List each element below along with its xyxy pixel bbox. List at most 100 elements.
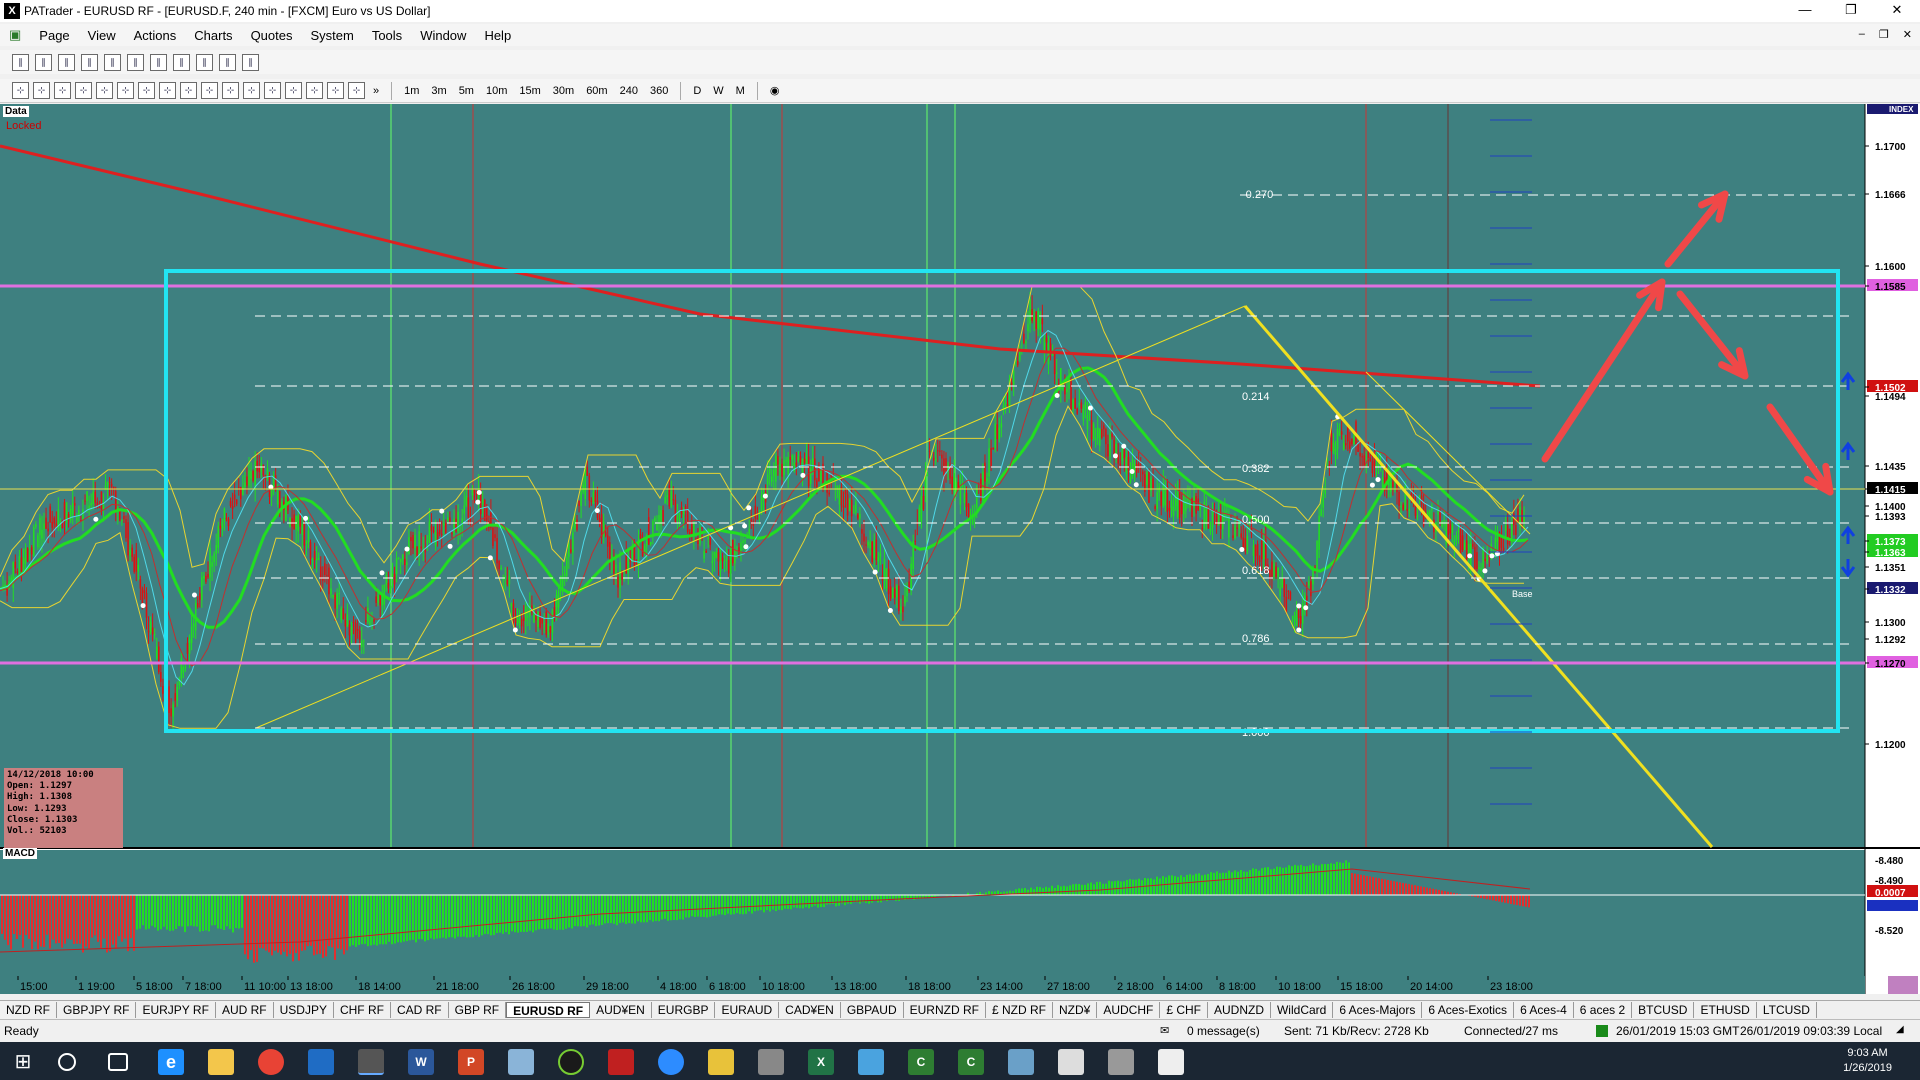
paint-icon[interactable] xyxy=(1058,1049,1084,1075)
bar-chart-icon[interactable]: ∥ xyxy=(12,53,29,71)
table-icon[interactable]: ∥ xyxy=(242,53,259,71)
minimize-button[interactable]: — xyxy=(1782,0,1828,22)
menu-view[interactable]: View xyxy=(79,28,125,43)
menu-page[interactable]: Page xyxy=(30,28,78,43)
tab--chf[interactable]: £ CHF xyxy=(1160,1001,1208,1018)
tab-6-aces-2[interactable]: 6 aces 2 xyxy=(1574,1001,1633,1018)
mdi-restore-icon[interactable]: ❐ xyxy=(1879,28,1889,41)
tab-6-aces-exotics[interactable]: 6 Aces-Exotics xyxy=(1422,1001,1515,1018)
close-button[interactable]: ✕ xyxy=(1874,0,1920,22)
text-tool-icon[interactable]: ⊹ xyxy=(306,82,323,99)
fibonacci-icon[interactable]: ⊹ xyxy=(201,82,218,99)
pointer-icon[interactable]: ⊹ xyxy=(96,82,113,99)
scroll-left-icon[interactable]: ⊹ xyxy=(12,82,29,99)
tab-wildcard[interactable]: WildCard xyxy=(1271,1001,1334,1018)
zone-icon[interactable]: ⊹ xyxy=(348,82,365,99)
screenshot-icon[interactable] xyxy=(1008,1049,1034,1075)
scroll-right-icon[interactable]: ⊹ xyxy=(33,82,50,99)
kagi-icon[interactable]: ∥ xyxy=(150,53,167,71)
tab-cad-rf[interactable]: CAD RF xyxy=(391,1001,449,1018)
sticky-notes-icon[interactable] xyxy=(708,1049,734,1075)
mdi-minimize-icon[interactable]: – xyxy=(1859,28,1865,41)
tab-6-aces-majors[interactable]: 6 Aces-Majors xyxy=(1333,1001,1423,1018)
gann-icon[interactable]: ⊹ xyxy=(264,82,281,99)
andrews-icon[interactable]: ⊹ xyxy=(285,82,302,99)
tab-btcusd[interactable]: BTCUSD xyxy=(1632,1001,1695,1018)
windows-start-icon[interactable]: ⊞ xyxy=(10,1049,36,1075)
timeframe-W[interactable]: W xyxy=(709,82,727,100)
pattern-icon[interactable]: ⊹ xyxy=(327,82,344,99)
timeframe-M[interactable]: M xyxy=(732,82,749,100)
zoom-icon[interactable] xyxy=(658,1049,684,1075)
menu-actions[interactable]: Actions xyxy=(125,28,186,43)
menu-window[interactable]: Window xyxy=(411,28,475,43)
point-figure-icon[interactable]: ∥ xyxy=(104,53,121,71)
tab-nzd-[interactable]: NZD¥ xyxy=(1053,1001,1098,1018)
photos-icon[interactable] xyxy=(858,1049,884,1075)
tab-usdjpy[interactable]: USDJPY xyxy=(274,1001,334,1018)
vline-icon[interactable]: ⊹ xyxy=(138,82,155,99)
tab-cad-en[interactable]: CAD¥EN xyxy=(779,1001,841,1018)
mdi-close-icon[interactable]: ✕ xyxy=(1903,28,1912,41)
histogram-icon[interactable]: ∥ xyxy=(219,53,236,71)
tab-aud-en[interactable]: AUD¥EN xyxy=(590,1001,652,1018)
menu-system[interactable]: System xyxy=(301,28,362,43)
channel-icon[interactable]: ⊹ xyxy=(180,82,197,99)
menu-tools[interactable]: Tools xyxy=(363,28,411,43)
timeframe-60m[interactable]: 60m xyxy=(582,82,611,100)
tab-chf-rf[interactable]: CHF RF xyxy=(334,1001,391,1018)
timeframe-240[interactable]: 240 xyxy=(616,82,642,100)
crosshair-icon[interactable]: ⊹ xyxy=(75,82,92,99)
timeframe-5m[interactable]: 5m xyxy=(455,82,478,100)
tab-gbpjpy-rf[interactable]: GBPJPY RF xyxy=(57,1001,137,1018)
tab--nzd-rf[interactable]: £ NZD RF xyxy=(986,1001,1053,1018)
menu-help[interactable]: Help xyxy=(475,28,520,43)
timeframe-15m[interactable]: 15m xyxy=(515,82,544,100)
tab-nzd-rf[interactable]: NZD RF xyxy=(0,1001,57,1018)
chart-area[interactable]: -0.270 0.214 0.382 0.500 0.618 0.786 1.000 Base… xyxy=(0,104,1920,994)
edge-icon[interactable]: e xyxy=(158,1049,184,1075)
hlc-chart-icon[interactable]: ∥ xyxy=(81,53,98,71)
indicator-chart-icon[interactable]: ∥ xyxy=(196,53,213,71)
tab-audchf[interactable]: AUDCHF xyxy=(1097,1001,1161,1018)
menu-charts[interactable]: Charts xyxy=(185,28,241,43)
fib-fan-icon[interactable]: ⊹ xyxy=(243,82,260,99)
price-chart[interactable]: -0.2700.2140.3820.5000.6180.7861.000Base… xyxy=(0,104,1920,994)
line-chart-icon[interactable]: ∥ xyxy=(58,53,75,71)
outlook-icon[interactable] xyxy=(308,1049,334,1075)
candle-chart-icon[interactable]: ∥ xyxy=(35,53,52,71)
page-menu-icon[interactable]: ▣ xyxy=(0,27,30,43)
excel-icon[interactable]: X xyxy=(808,1049,834,1075)
notes-icon[interactable] xyxy=(508,1049,534,1075)
message-icon[interactable]: ✉ xyxy=(1160,1024,1169,1037)
more-tools-icon[interactable]: » xyxy=(369,82,383,100)
tab-gbpaud[interactable]: GBPAUD xyxy=(841,1001,904,1018)
zoom-chart-icon[interactable]: ⊹ xyxy=(54,82,71,99)
tab-eurjpy-rf[interactable]: EURJPY RF xyxy=(136,1001,216,1018)
ninja-icon[interactable] xyxy=(558,1049,584,1075)
tab-6-aces-4[interactable]: 6 Aces-4 xyxy=(1514,1001,1574,1018)
tab-euraud[interactable]: EURAUD xyxy=(715,1001,780,1018)
hline-icon[interactable]: ⊹ xyxy=(117,82,134,99)
timeframe-3m[interactable]: 3m xyxy=(427,82,450,100)
task-view-icon[interactable] xyxy=(108,1053,128,1071)
patrader-icon[interactable] xyxy=(358,1049,384,1075)
chrome-icon[interactable] xyxy=(258,1049,284,1075)
volume-chart-icon[interactable]: ∥ xyxy=(173,53,190,71)
app-red-icon[interactable] xyxy=(608,1049,634,1075)
tab-eurnzd-rf[interactable]: EURNZD RF xyxy=(904,1001,986,1018)
file-explorer-icon[interactable] xyxy=(208,1049,234,1075)
renko-icon[interactable]: ∥ xyxy=(127,53,144,71)
timeframe-1m[interactable]: 1m xyxy=(400,82,423,100)
pen-icon[interactable] xyxy=(1108,1049,1134,1075)
camtasia-icon[interactable]: C xyxy=(908,1049,934,1075)
menu-quotes[interactable]: Quotes xyxy=(242,28,302,43)
fib-retrace-icon[interactable]: ⊹ xyxy=(222,82,239,99)
image-viewer-icon[interactable] xyxy=(1158,1049,1184,1075)
timeframe-360[interactable]: 360 xyxy=(646,82,672,100)
tab-ethusd[interactable]: ETHUSD xyxy=(1694,1001,1757,1018)
word-icon[interactable]: W xyxy=(408,1049,434,1075)
tab-eurgbp[interactable]: EURGBP xyxy=(652,1001,716,1018)
resize-grip-icon[interactable]: ◢ xyxy=(1896,1024,1904,1035)
tab-gbp-rf[interactable]: GBP RF xyxy=(449,1001,507,1018)
